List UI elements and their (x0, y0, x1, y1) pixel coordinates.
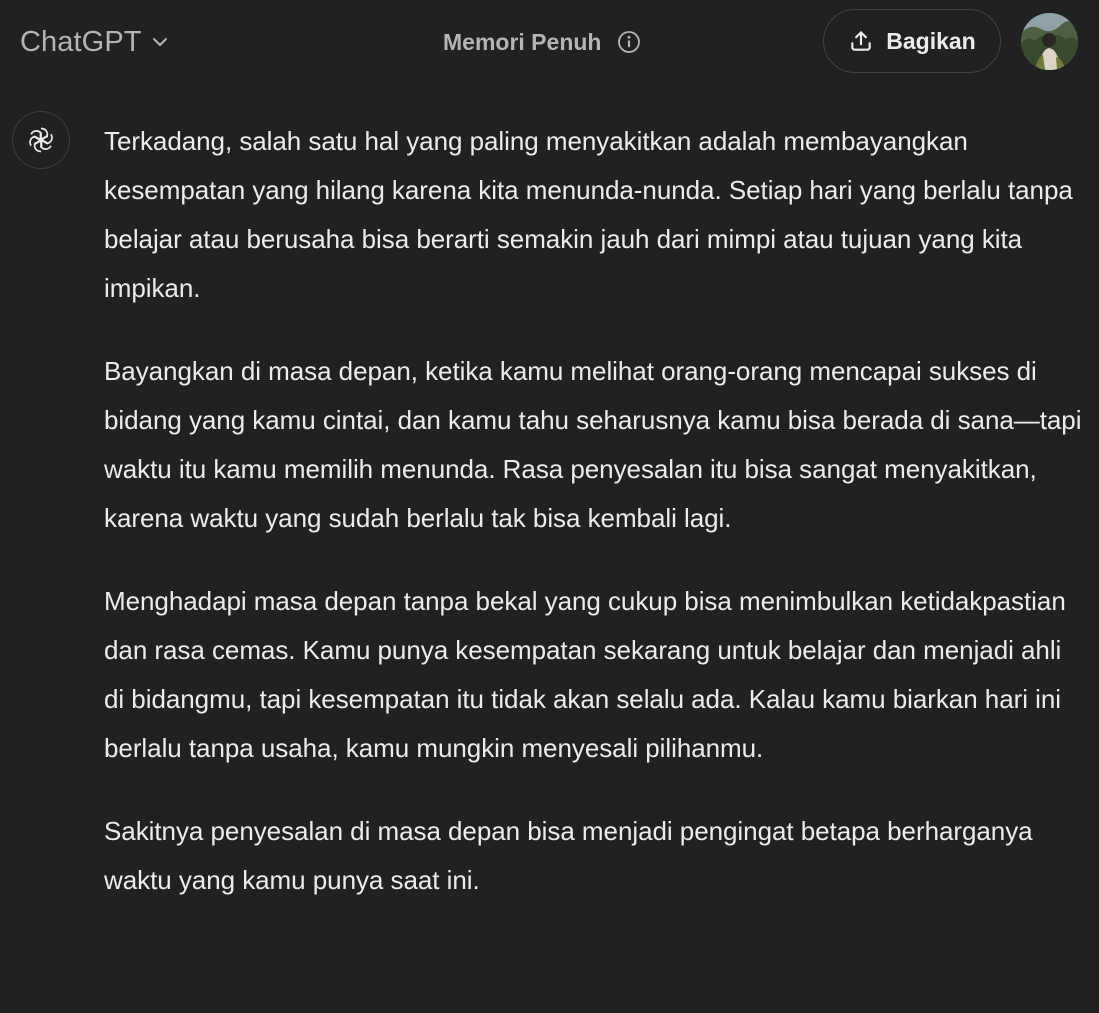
info-icon[interactable] (617, 30, 641, 54)
message-paragraph: Bayangkan di masa depan, ketika kamu mel… (104, 356, 1082, 533)
memory-status[interactable]: Memori Penuh (443, 24, 641, 60)
message-paragraph: Terkadang, salah satu hal yang paling me… (104, 126, 1073, 303)
chevron-down-icon (150, 32, 170, 52)
assistant-message: Terkadang, salah satu hal yang paling me… (104, 117, 1084, 939)
model-selector-button[interactable]: ChatGPT (12, 20, 178, 64)
message-paragraph: Menghadapi masa depan tanpa bekal yang c… (104, 586, 1066, 763)
share-button-label: Bagikan (886, 27, 976, 54)
share-button[interactable]: Bagikan (823, 9, 1001, 73)
upload-icon (848, 28, 874, 54)
message-paragraph: Sakitnya penyesalan di masa depan bisa m… (104, 816, 1033, 895)
model-name: ChatGPT (20, 25, 142, 58)
top-bar: ChatGPT Memori Penuh Bagikan (0, 0, 1099, 84)
memory-status-label: Memori Penuh (443, 28, 602, 55)
openai-logo-icon (12, 111, 70, 169)
avatar[interactable] (1021, 13, 1078, 70)
